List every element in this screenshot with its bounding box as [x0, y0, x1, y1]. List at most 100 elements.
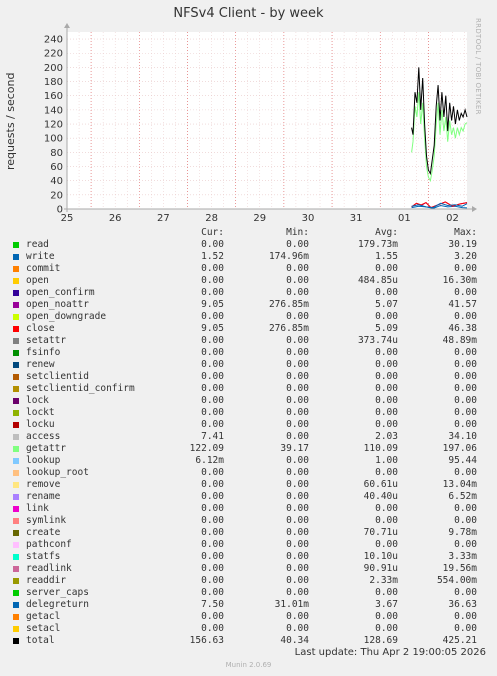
legend-row: setclientid_confirm 0.00 0.00 0.00 0.00	[12, 383, 482, 395]
legend-color-swatch	[13, 518, 19, 524]
legend-avg-value: 10.10u	[363, 551, 398, 562]
legend-row: open_downgrade 0.00 0.00 0.00 0.00	[12, 311, 482, 323]
legend-min-value: 0.00	[286, 455, 309, 466]
legend-cur-value: 122.09	[189, 443, 224, 454]
legend-cur-value: 0.00	[201, 563, 224, 574]
legend-row: symlink 0.00 0.00 0.00 0.00	[12, 515, 482, 527]
legend-max-value: 0.00	[454, 623, 477, 634]
legend-cur-value: 9.05	[201, 299, 224, 310]
chart-canvas: 020406080100120140160180200220240 25 26 27…	[44, 23, 477, 224]
legend-min-value: 0.00	[286, 479, 309, 490]
legend-cur-value: 0.00	[201, 239, 224, 250]
legend-min-value: 0.00	[286, 311, 309, 322]
y-tick-label: 20	[50, 190, 63, 201]
legend-row: getacl 0.00 0.00 0.00 0.00	[12, 611, 482, 623]
legend-max-value: 6.52m	[448, 491, 477, 502]
x-tick-label: 26	[109, 213, 122, 224]
legend-cur-value: 0.00	[201, 311, 224, 322]
legend-color-swatch	[13, 542, 19, 548]
legend-avg-value: 0.00	[375, 611, 398, 622]
legend-max-value: 0.00	[454, 347, 477, 358]
legend-row: create 0.00 0.00 70.71u 9.78m	[12, 527, 482, 539]
legend-series-name: setattr	[26, 335, 67, 346]
legend-color-swatch	[13, 506, 19, 512]
legend-cur-value: 0.00	[201, 419, 224, 430]
legend-cur-value: 0.00	[201, 371, 224, 382]
legend-avg-value: 484.85u	[357, 275, 398, 286]
legend-max-value: 16.30m	[442, 275, 477, 286]
legend-min-value: 0.00	[286, 611, 309, 622]
legend-min-value: 0.00	[286, 395, 309, 406]
legend-max-value: 0.00	[454, 467, 477, 478]
legend-avg-value: 3.67	[375, 599, 398, 610]
legend-avg-value: 1.00	[375, 455, 398, 466]
legend-color-swatch	[13, 242, 19, 248]
y-tick-labels: 020406080100120140160180200220240	[44, 35, 63, 216]
legend-series-name: create	[26, 527, 61, 538]
legend-color-swatch	[13, 638, 19, 644]
legend-avg-value: 0.00	[375, 587, 398, 598]
legend-series-name: readlink	[26, 563, 72, 574]
legend-cur-value: 0.00	[201, 491, 224, 502]
y-tick-label: 220	[44, 49, 63, 60]
legend-avg-value: 0.00	[375, 287, 398, 298]
legend-series-name: lock	[26, 395, 49, 406]
x-tick-label: 29	[253, 213, 266, 224]
legend-series-name: getacl	[26, 611, 61, 622]
legend-series-name: statfs	[26, 551, 61, 562]
legend-series-name: symlink	[26, 515, 67, 526]
legend-color-swatch	[13, 590, 19, 596]
legend-min-value: 0.00	[286, 335, 309, 346]
legend-row: setacl 0.00 0.00 0.00 0.00	[12, 623, 482, 635]
legend-cur-value: 0.00	[201, 479, 224, 490]
legend-cur-value: 0.00	[201, 551, 224, 562]
legend-max-value: 13.04m	[442, 479, 477, 490]
y-tick-label: 100	[44, 134, 63, 145]
legend-min-value: 0.00	[286, 407, 309, 418]
legend-row: renew 0.00 0.00 0.00 0.00	[12, 359, 482, 371]
legend-color-swatch	[13, 410, 19, 416]
legend-series-name: close	[26, 323, 55, 334]
legend-row: link 0.00 0.00 0.00 0.00	[12, 503, 482, 515]
legend-color-swatch	[13, 290, 19, 296]
legend-color-swatch	[13, 554, 19, 560]
legend-min-value: 0.00	[286, 491, 309, 502]
legend-color-swatch	[13, 470, 19, 476]
legend-series-name: rename	[26, 491, 61, 502]
legend-color-swatch	[13, 386, 19, 392]
legend-cur-value: 0.00	[201, 587, 224, 598]
legend-max-value: 0.00	[454, 395, 477, 406]
legend-avg-value: 60.61u	[363, 479, 398, 490]
legend-avg-value: 0.00	[375, 419, 398, 430]
legend-min-value: 0.00	[286, 539, 309, 550]
legend-min-value: 0.00	[286, 275, 309, 286]
munin-version: Munin 2.0.69	[225, 661, 272, 669]
y-tick-label: 120	[44, 120, 63, 131]
legend-row: locku 0.00 0.00 0.00 0.00	[12, 419, 482, 431]
legend-series-name: open_confirm	[26, 287, 95, 298]
legend-row: setclientid 0.00 0.00 0.00 0.00	[12, 371, 482, 383]
legend-row: open 0.00 0.00 484.85u 16.30m	[12, 275, 482, 287]
y-tick-label: 240	[44, 35, 63, 46]
legend-max-value: 3.33m	[448, 551, 477, 562]
legend-color-swatch	[13, 434, 19, 440]
legend-color-swatch	[13, 566, 19, 572]
legend-row: open_confirm 0.00 0.00 0.00 0.00	[12, 287, 482, 299]
legend-avg-value: 0.00	[375, 407, 398, 418]
legend-row: pathconf 0.00 0.00 0.00 0.00	[12, 539, 482, 551]
legend-row: statfs 0.00 0.00 10.10u 3.33m	[12, 551, 482, 563]
legend-series-name: write	[26, 251, 55, 262]
legend-min-value: 0.00	[286, 371, 309, 382]
legend-min-value: 174.96m	[268, 251, 309, 262]
legend-max-value: 9.78m	[448, 527, 477, 538]
legend-cur-value: 9.05	[201, 323, 224, 334]
legend-row: delegreturn 7.50 31.01m 3.67 36.63	[12, 599, 482, 611]
legend-row: total 156.63 40.34 128.69 425.21	[12, 635, 482, 647]
legend-row: read 0.00 0.00 179.73m 30.19	[12, 239, 482, 251]
legend-min-value: 0.00	[286, 623, 309, 634]
legend-header: Cur: Min: Avg: Max:	[12, 227, 482, 239]
legend-row: lock 0.00 0.00 0.00 0.00	[12, 395, 482, 407]
y-tick-label: 160	[44, 91, 63, 102]
legend-avg-value: 179.73m	[357, 239, 398, 250]
legend-series-name: read	[26, 239, 49, 250]
